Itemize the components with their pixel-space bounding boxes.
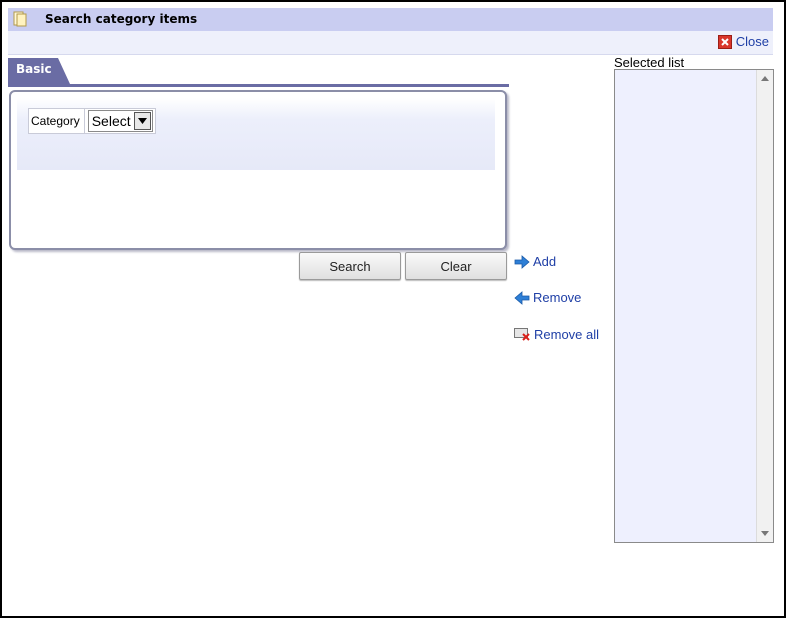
search-panel: Category Select <box>9 90 507 250</box>
category-select-value: Select <box>91 113 131 129</box>
remove-all-label: Remove all <box>534 326 600 342</box>
remove-all-icon <box>514 328 530 341</box>
tab-bar: Basic <box>8 58 509 87</box>
remove-label: Remove <box>533 290 582 305</box>
add-button[interactable]: Add <box>514 254 556 269</box>
document-icon <box>12 11 28 27</box>
tab-basic[interactable]: Basic <box>8 58 70 84</box>
category-label: Category <box>29 109 85 133</box>
search-button[interactable]: Search <box>299 252 401 280</box>
clear-button[interactable]: Clear <box>405 252 507 280</box>
scroll-up-icon[interactable] <box>761 76 769 81</box>
selected-listbox[interactable] <box>614 69 774 543</box>
page-title: Search category items <box>45 12 198 26</box>
category-select[interactable]: Select <box>87 110 153 132</box>
arrow-right-icon <box>514 254 530 269</box>
close-button[interactable]: Close <box>717 34 769 49</box>
close-icon <box>717 34 732 49</box>
category-field: Category Select <box>28 108 156 134</box>
chevron-down-icon[interactable] <box>133 112 151 130</box>
scroll-down-icon[interactable] <box>761 531 769 536</box>
arrow-left-icon <box>514 290 530 305</box>
remove-all-button[interactable]: Remove all <box>514 326 599 342</box>
close-bar: Close <box>8 31 773 55</box>
listbox-scrollbar[interactable] <box>756 70 773 542</box>
add-label: Add <box>533 254 557 269</box>
selected-list-label: Selected list <box>614 55 685 70</box>
title-bar: Search category items <box>8 8 773 31</box>
close-label: Close <box>735 34 769 49</box>
tab-basic-label: Basic <box>16 62 52 76</box>
remove-button[interactable]: Remove <box>514 290 581 305</box>
